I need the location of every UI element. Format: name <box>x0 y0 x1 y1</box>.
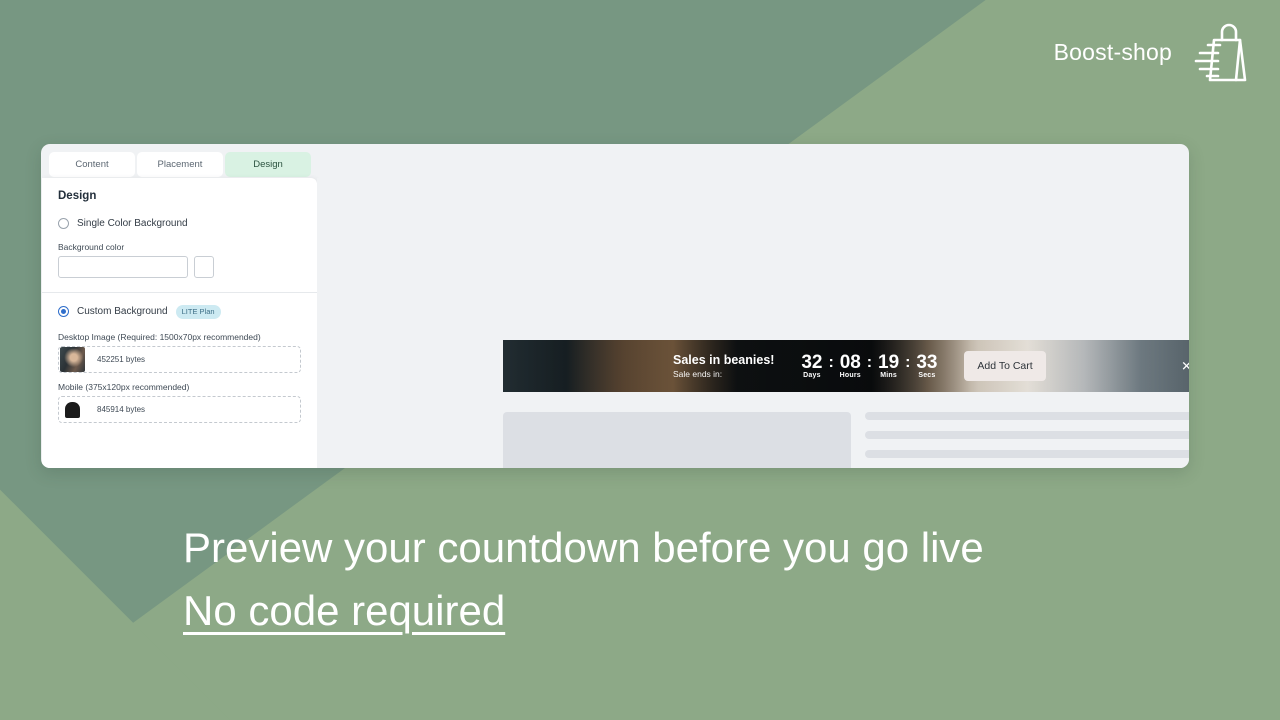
countdown-timer: 32 Days : 08 Hours : 19 Mins: 33 Secs <box>796 351 942 380</box>
timer-unit-hours: 08 Hours <box>835 351 866 380</box>
timer-value-secs: 33 <box>916 351 938 373</box>
screenshot-stage: Boost-shop Content Placement Design Desi… <box>0 0 1280 720</box>
custom-background-section: Custom Background LITE Plan Desktop Imag… <box>42 293 317 446</box>
skeleton-line <box>865 431 1189 439</box>
shopping-bag-icon <box>1194 23 1247 82</box>
headline-secondary: No code required <box>183 586 506 634</box>
desktop-banner-thumbnail <box>60 346 85 372</box>
radio-icon-unchecked[interactable] <box>58 218 69 229</box>
background-color-input[interactable] <box>58 256 188 278</box>
banner-subtitle: Sale ends in: <box>673 368 723 379</box>
design-settings-panel: Design Single Color Background Backgroun… <box>42 178 317 468</box>
add-to-cart-button[interactable]: Add To Cart <box>964 351 1046 381</box>
banner-text-block: Sales in beanies! Sale ends in: <box>673 353 774 379</box>
timer-unit-mins: 19 Mins <box>873 351 904 380</box>
banner-title: Sales in beanies! <box>673 352 775 367</box>
mobile-image-label: Mobile (375x120px recommended) <box>58 381 190 392</box>
skeleton-image-placeholder <box>503 412 851 468</box>
tab-bar: Content Placement Design <box>41 144 313 177</box>
page-title: Design <box>58 190 97 202</box>
timer-separator: : <box>905 353 911 371</box>
skeleton-line <box>865 412 1189 420</box>
timer-separator: : <box>866 353 873 371</box>
skeleton-text-placeholder <box>865 412 1189 468</box>
background-color-label: Background color <box>58 242 125 252</box>
brand-header: Boost-shop <box>1054 18 1250 86</box>
radio-custom-background[interactable]: Custom Background LITE Plan <box>58 305 301 319</box>
desktop-image-upload-row[interactable]: 452251 bytes <box>58 345 301 373</box>
radio-icon-checked[interactable] <box>58 306 69 318</box>
radio-label-custom-background: Custom Background <box>77 306 168 318</box>
banner-content: Sales in beanies! Sale ends in: 32 Days … <box>503 340 1189 392</box>
timer-unit-secs: 33 Secs <box>911 351 942 380</box>
timer-label-days: Days <box>803 372 821 380</box>
preview-area: Sales in beanies! Sale ends in: 32 Days … <box>317 178 1189 468</box>
timer-value-days: 32 <box>801 351 823 373</box>
timer-label-hours: Hours <box>839 372 861 380</box>
close-icon[interactable]: ✕ <box>1181 360 1189 373</box>
skeleton-line <box>865 450 1189 458</box>
tab-placement[interactable]: Placement <box>137 152 223 177</box>
mobile-image-upload-row[interactable]: 845914 bytes <box>58 395 301 423</box>
status-badge: LITE Plan <box>175 305 221 319</box>
radio-single-color-background[interactable]: Single Color Background <box>58 218 301 229</box>
headline-block: Preview your countdown before you go liv… <box>183 524 984 635</box>
countdown-banner: Sales in beanies! Sale ends in: 32 Days … <box>503 340 1189 392</box>
desktop-image-label: Desktop Image (Required: 1500x70px recom… <box>58 331 261 342</box>
single-color-section: Design Single Color Background Backgroun… <box>42 178 317 292</box>
background-color-row <box>58 256 301 278</box>
desktop-image-filesize: 452251 bytes <box>97 354 146 364</box>
timer-value-mins: 19 <box>878 351 900 373</box>
app-window: Content Placement Design Design Single C… <box>41 144 1189 468</box>
timer-value-hours: 08 <box>839 351 861 373</box>
mobile-image-filesize: 845914 bytes <box>97 404 146 414</box>
mobile-banner-thumbnail <box>60 396 85 422</box>
timer-unit-days: 32 Days <box>796 351 827 380</box>
headline-primary: Preview your countdown before you go liv… <box>183 524 984 571</box>
tab-design[interactable]: Design <box>225 152 311 177</box>
timer-label-secs: Secs <box>918 372 936 380</box>
timer-label-mins: Mins <box>880 372 897 380</box>
tab-content[interactable]: Content <box>49 152 135 177</box>
timer-separator: : <box>828 353 834 371</box>
color-swatch-icon[interactable] <box>194 256 214 278</box>
brand-name: Boost-shop <box>1053 38 1172 65</box>
radio-label-single-color: Single Color Background <box>77 218 188 229</box>
